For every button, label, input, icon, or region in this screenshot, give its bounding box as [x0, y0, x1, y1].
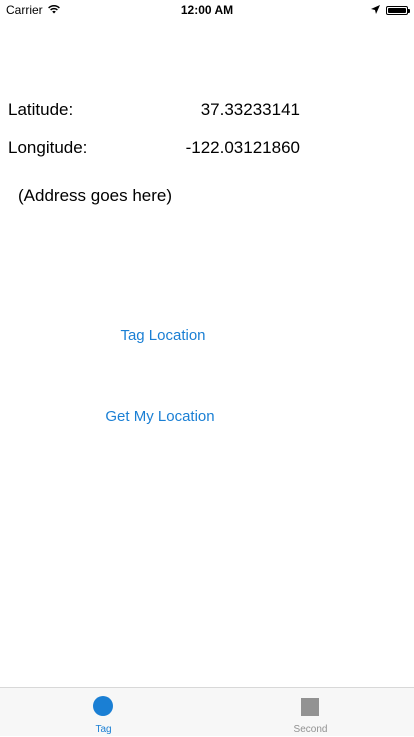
battery-fill: [388, 7, 406, 13]
longitude-value: -122.03121860: [185, 138, 300, 157]
tab-second[interactable]: Second: [207, 688, 414, 737]
status-time: 12:00 AM: [180, 3, 234, 17]
status-bar: Carrier 12:00 AM: [0, 0, 414, 20]
battery-cap: [408, 8, 410, 13]
latitude-value: 37.33233141: [200, 100, 300, 119]
battery-icon: [386, 5, 410, 15]
get-my-location-button[interactable]: Get My Location: [0, 408, 320, 425]
longitude-label: Longitude:: [8, 138, 88, 157]
tag-location-button[interactable]: Tag Location: [3, 327, 323, 344]
location-arrow-icon: [371, 3, 380, 17]
circle-icon: [93, 696, 113, 716]
tab-tag-label: Tag: [95, 724, 112, 735]
status-right: [371, 3, 410, 17]
tab-tag[interactable]: Tag: [0, 688, 207, 737]
address-label: (Address goes here): [18, 186, 173, 205]
latitude-label: Latitude:: [8, 100, 74, 119]
tab-second-label: Second: [293, 724, 328, 735]
tab-bar: Tag Second: [0, 687, 414, 736]
square-icon: [301, 698, 319, 716]
